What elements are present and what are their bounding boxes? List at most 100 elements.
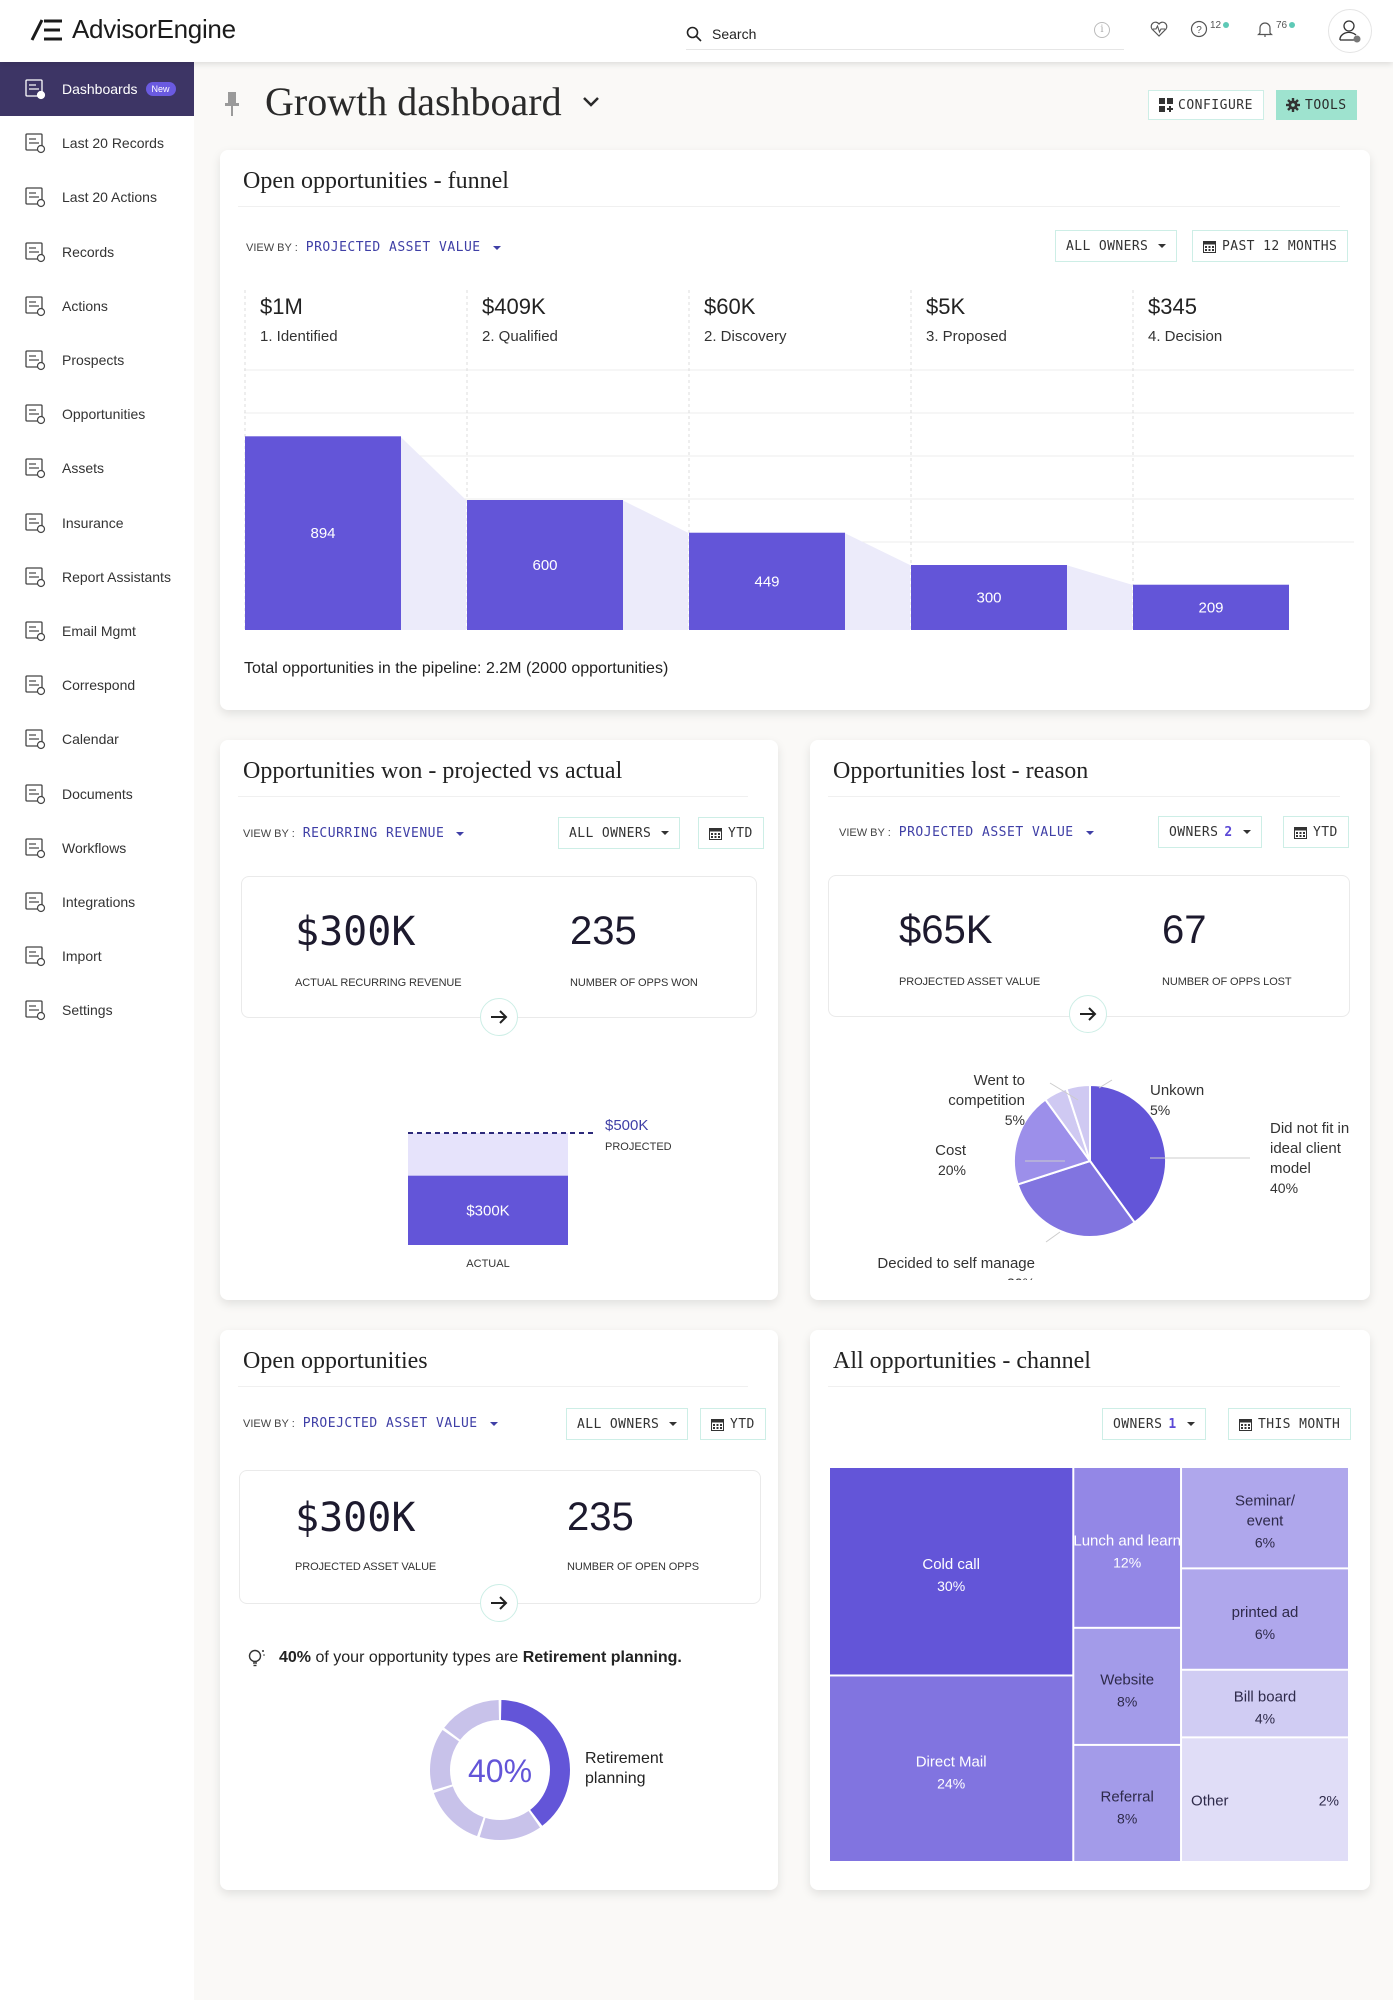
pie-slice-label: Went to: [974, 1072, 1025, 1089]
date-filter[interactable]: YTD: [698, 817, 764, 849]
arrow-right-icon: [491, 1010, 508, 1024]
sidebar-item-documents[interactable]: Documents: [0, 766, 194, 820]
date-filter-label: YTD: [730, 1416, 755, 1432]
kpi-label: NUMBER OF OPPS LOST: [1162, 976, 1292, 988]
date-filter[interactable]: YTD: [700, 1408, 766, 1440]
owners-filter[interactable]: ALL OWNERS: [566, 1408, 689, 1440]
date-filter[interactable]: YTD: [1283, 816, 1349, 848]
treemap-cell-value: 24%: [937, 1776, 965, 1792]
treemap-cell-label: Lunch and learn: [1073, 1532, 1181, 1549]
sidebar: Dashboards New Last 20 Records Last 20 Acti…: [0, 62, 194, 2000]
donut-segment: [430, 1729, 459, 1791]
sidebar-item-label: Settings: [62, 1002, 113, 1019]
kpi-value: $300K: [295, 1495, 416, 1541]
divider: [238, 796, 748, 797]
sidebar-item-prospects[interactable]: Prospects: [0, 333, 194, 387]
heart-pulse-icon: [1150, 21, 1168, 37]
sidebar-item-email-mgmt[interactable]: Email Mgmt: [0, 604, 194, 658]
lost-card: Opportunities lost - reason VIEW BY : PR…: [810, 740, 1370, 1300]
tools-button[interactable]: TOOLS: [1276, 90, 1357, 120]
sidebar-item-import[interactable]: Import: [0, 929, 194, 983]
treemap-cell-label: Cold call: [922, 1556, 980, 1573]
health-button[interactable]: [1150, 20, 1168, 38]
sidebar-item-report-assistants[interactable]: Report Assistants: [0, 550, 194, 604]
info-icon[interactable]: i: [1094, 22, 1110, 38]
pie-slice-label: Unkown: [1150, 1082, 1204, 1099]
date-filter[interactable]: THIS MONTH: [1228, 1408, 1352, 1440]
pie-slice-label: Did not fit in: [1270, 1120, 1349, 1137]
help-button[interactable]: ? 12: [1190, 20, 1230, 38]
caret-down-icon: [1242, 830, 1251, 834]
sidebar-item-opportunities[interactable]: Opportunities: [0, 387, 194, 441]
sidebar-item-dashboards[interactable]: Dashboards New: [0, 62, 194, 117]
divider: [828, 1386, 1340, 1387]
kpi-label: PROJECTED ASSET VALUE: [899, 976, 1041, 988]
sidebar-item-actions[interactable]: Actions: [0, 279, 194, 333]
stage-value: $345: [1148, 294, 1197, 319]
umbrella-icon: [22, 510, 48, 536]
search-input[interactable]: Search i: [686, 18, 1124, 50]
user-settings-icon: [1339, 20, 1361, 43]
calendar-icon: [711, 1418, 724, 1431]
notifications-button[interactable]: 76: [1256, 20, 1296, 38]
help-count: 12: [1210, 20, 1222, 31]
owners-filter[interactable]: ALL OWNERS: [558, 817, 681, 849]
treemap-cell-label: Other: [1191, 1793, 1229, 1810]
bar-value-label: 300: [976, 590, 1001, 607]
owners-filter[interactable]: OWNERS 1: [1102, 1408, 1206, 1440]
kpi-value: 67: [1162, 908, 1207, 952]
sidebar-item-correspond[interactable]: Correspond: [0, 658, 194, 712]
pie-slice-value: 20%: [938, 1162, 966, 1178]
owners-filter[interactable]: ALL OWNERS: [1055, 230, 1178, 262]
kpi-value: $300K: [295, 909, 416, 955]
owners-filter[interactable]: OWNERS 2: [1158, 816, 1262, 848]
bar-value-label: 894: [310, 525, 335, 542]
sidebar-item-settings[interactable]: Settings: [0, 983, 194, 1037]
sidebar-item-label: Calendar: [62, 731, 119, 748]
chevron-down-icon[interactable]: [582, 96, 600, 108]
date-filter-label: YTD: [728, 825, 753, 841]
details-arrow-button[interactable]: [480, 998, 518, 1036]
sidebar-item-assets[interactable]: Assets: [0, 441, 194, 495]
kpi-label: NUMBER OF OPPS WON: [570, 977, 698, 989]
configure-button[interactable]: CONFIGURE: [1148, 90, 1264, 120]
view-by-dropdown[interactable]: VIEW BY : PROEJCTED ASSET VALUE: [243, 1416, 498, 1431]
email-icon: [22, 618, 48, 644]
sidebar-item-records[interactable]: Records: [0, 225, 194, 279]
details-arrow-button[interactable]: [1069, 995, 1107, 1033]
sidebar-item-label: Dashboards: [62, 81, 138, 98]
user-avatar-button[interactable]: [1328, 9, 1372, 53]
sidebar-item-last-20-actions[interactable]: Last 20 Actions: [0, 170, 194, 224]
sidebar-item-label: Workflows: [62, 839, 127, 856]
sidebar-item-workflows[interactable]: Workflows: [0, 821, 194, 875]
sidebar-item-calendar[interactable]: Calendar: [0, 712, 194, 766]
view-by-dropdown[interactable]: VIEW BY : PROJECTED ASSET VALUE: [839, 825, 1094, 840]
insight-text: of your opportunity types are: [311, 1649, 523, 1666]
sidebar-item-integrations[interactable]: Integrations: [0, 875, 194, 929]
view-by-dropdown[interactable]: VIEW BY : PROJECTED ASSET VALUE: [246, 240, 501, 255]
correspond-icon: [22, 672, 48, 698]
pin-icon[interactable]: [222, 90, 242, 118]
stage-value: $1M: [260, 294, 303, 319]
view-by-dropdown[interactable]: VIEW BY : RECURRING REVENUE: [243, 826, 465, 841]
caret-down-icon: [456, 831, 465, 836]
won-card: Opportunities won - projected vs actual …: [220, 740, 778, 1300]
brand-logo[interactable]: AdvisorEngine: [30, 14, 236, 45]
sidebar-item-insurance[interactable]: Insurance: [0, 496, 194, 550]
sidebar-item-label: Correspond: [62, 677, 136, 694]
treemap-cell-value: 6%: [1255, 1626, 1275, 1642]
sidebar-item-label: Records: [62, 243, 115, 260]
sidebar-item-last-20-records[interactable]: Last 20 Records: [0, 116, 194, 170]
treemap-cell-label: event: [1247, 1513, 1285, 1530]
caret-down-icon: [661, 831, 670, 835]
date-filter[interactable]: PAST 12 MONTHS: [1192, 230, 1349, 262]
page-title[interactable]: Growth dashboard: [265, 78, 600, 125]
owners-filter-label: OWNERS: [1113, 1416, 1163, 1432]
donut-center-label: 40%: [468, 1753, 532, 1789]
workflows-icon: [22, 835, 48, 861]
stage-value: $5K: [926, 294, 965, 319]
kpi-value: $65K: [899, 908, 993, 952]
arrow-right-icon: [1080, 1007, 1097, 1021]
details-arrow-button[interactable]: [480, 1584, 518, 1622]
funnel-chart: $1M 1. Identified $409K 2. Qualified $60K 2. …: [244, 290, 1354, 630]
